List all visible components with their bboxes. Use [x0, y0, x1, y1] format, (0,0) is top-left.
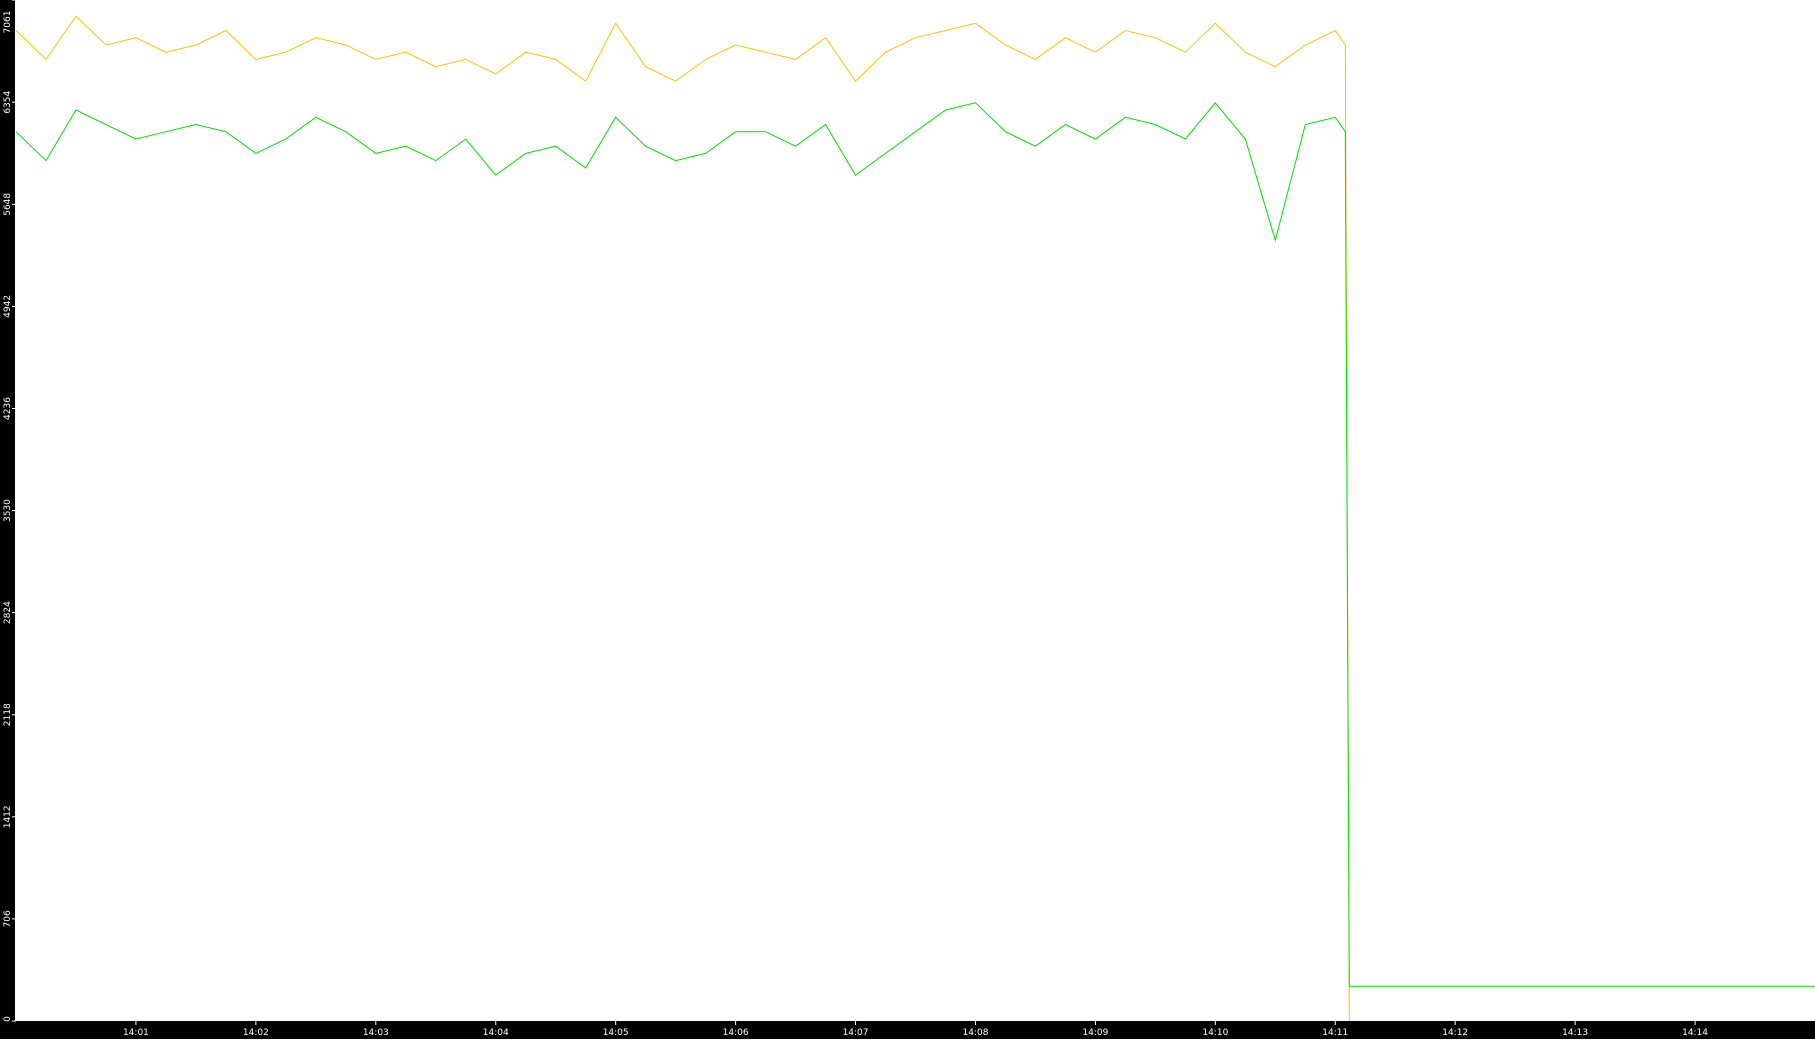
- line-chart: 0 706 1412 2118 2824 3530 4236 4942 5648 6354 7061…: [0, 0, 1815, 1039]
- x-tick-label: 14:05: [603, 1028, 629, 1038]
- y-tick-label: 3530: [3, 499, 13, 522]
- y-tick-label: 6354: [3, 91, 13, 114]
- x-axis-band: [0, 1021, 1815, 1039]
- x-tick-label: 14:07: [843, 1028, 869, 1038]
- y-tick-label: 0: [3, 1016, 13, 1022]
- x-tick-label: 14:13: [1562, 1028, 1588, 1038]
- y-tick-label: 5648: [3, 193, 13, 216]
- x-tick-label: 14:12: [1442, 1028, 1468, 1038]
- y-tick-label: 1412: [3, 805, 13, 828]
- x-tick-label: 14:01: [123, 1028, 149, 1038]
- chart-background: [0, 0, 1815, 1039]
- y-tick-label: 7061: [3, 11, 13, 34]
- x-tick-label: 14:14: [1682, 1028, 1708, 1038]
- y-tick-label: 4942: [3, 295, 13, 318]
- x-tick-label: 14:04: [483, 1028, 509, 1038]
- x-tick-label: 14:09: [1082, 1028, 1108, 1038]
- x-tick-label: 14:10: [1202, 1028, 1228, 1038]
- y-tick-label: 2118: [3, 703, 13, 726]
- chart-canvas: 0 706 1412 2118 2824 3530 4236 4942 5648 6354 7061…: [0, 0, 1815, 1039]
- x-tick-label: 14:08: [962, 1028, 988, 1038]
- y-tick-label: 2824: [3, 601, 13, 624]
- x-tick-label: 14:02: [243, 1028, 269, 1038]
- x-tick-label: 14:03: [363, 1028, 389, 1038]
- y-tick-label: 4236: [3, 397, 13, 420]
- y-tick-label: 706: [3, 910, 13, 927]
- x-tick-label: 14:11: [1322, 1028, 1348, 1038]
- x-tick-label: 14:06: [723, 1028, 749, 1038]
